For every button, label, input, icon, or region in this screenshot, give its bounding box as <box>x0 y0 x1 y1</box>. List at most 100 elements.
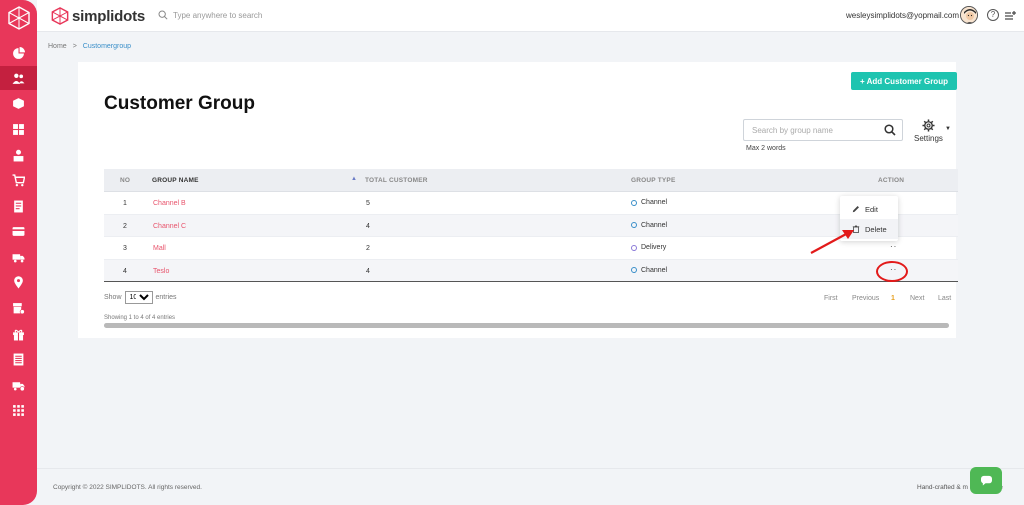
sidebar-item-invoice[interactable] <box>0 194 37 218</box>
header-total-customer[interactable]: TOTAL CUSTOMER <box>365 177 428 184</box>
cart-icon <box>12 173 25 186</box>
footer: Copyright © 2022 SIMPLIDOTS. All rights … <box>37 468 1024 505</box>
sidebar-item-product[interactable] <box>0 91 37 115</box>
cell-group-type: Delivery <box>631 244 666 251</box>
copyright-text: Copyright © 2022 SIMPLIDOTS. All rights … <box>53 484 202 491</box>
product-icon <box>13 97 24 109</box>
cell-total-customer: 5 <box>366 200 370 207</box>
table-row: 4 Teslo 4 Channel ·· <box>104 259 958 282</box>
dashboard-icon <box>13 46 25 59</box>
horizontal-scrollbar[interactable] <box>104 323 949 328</box>
sidebar-item-store[interactable] <box>0 296 37 320</box>
add-customer-group-button[interactable]: + Add Customer Group <box>851 72 957 90</box>
breadcrumb-current[interactable]: Customergroup <box>83 43 131 50</box>
sidebar-item-salesman[interactable] <box>0 143 37 167</box>
pagination-last[interactable]: Last <box>938 295 951 302</box>
content-card: + Add Customer Group Customer Group Max … <box>78 62 958 338</box>
settings-label: Settings <box>914 134 943 143</box>
cell-no: 4 <box>123 267 127 275</box>
cell-total-customer: 4 <box>366 267 370 275</box>
show-label: Show <box>104 294 122 301</box>
catalog-icon <box>13 123 24 135</box>
group-type-label: Channel <box>641 199 668 206</box>
edit-menu-item[interactable]: Edit <box>840 199 898 219</box>
sidebar-item-dashboard[interactable] <box>0 41 37 65</box>
group-search-box[interactable] <box>743 119 903 141</box>
type-indicator-icon <box>631 267 637 273</box>
sidebar-item-truck-settings[interactable] <box>0 373 37 397</box>
global-search[interactable] <box>158 10 323 20</box>
sidebar-item-cart[interactable] <box>0 168 37 192</box>
page-size-select[interactable]: 10 <box>124 291 153 304</box>
chat-button[interactable] <box>970 467 1002 494</box>
settings-button[interactable]: ▼ Settings <box>914 119 954 145</box>
header-no[interactable]: NO <box>120 177 130 184</box>
truck-settings-icon <box>12 381 25 391</box>
breadcrumb-separator: > <box>72 43 77 50</box>
group-type-label: Channel <box>641 266 668 274</box>
header-group-name[interactable]: GROUP NAME <box>152 177 199 184</box>
sidebar-item-payment[interactable] <box>0 219 37 243</box>
simplidots-logo-icon[interactable] <box>7 6 31 30</box>
page-title: Customer Group <box>104 93 255 114</box>
sidebar <box>0 0 37 505</box>
chevron-down-icon: ▼ <box>945 126 951 132</box>
sidebar-item-apps[interactable] <box>0 398 37 422</box>
breadcrumb: Home > Customergroup <box>48 43 131 50</box>
pagination-previous[interactable]: Previous <box>852 295 879 302</box>
user-avatar-icon <box>961 7 977 23</box>
cell-group-name-link[interactable]: Channel C <box>153 223 186 230</box>
cell-no: 1 <box>123 200 127 207</box>
cell-group-name-link[interactable]: Channel B <box>153 200 186 207</box>
payment-icon <box>12 226 25 236</box>
search-icon <box>158 10 168 20</box>
group-search-input[interactable] <box>752 126 872 135</box>
store-icon <box>13 302 25 314</box>
pagination-first[interactable]: First <box>824 295 838 302</box>
page-size-control: Show 10 entries <box>104 291 177 304</box>
cell-total-customer: 4 <box>366 222 370 230</box>
sidebar-item-location[interactable] <box>0 270 37 294</box>
gear-icon <box>922 119 935 132</box>
cell-group-name-link[interactable]: Mall <box>153 245 166 252</box>
type-indicator-icon <box>631 244 637 251</box>
add-customer-group-label: + Add Customer Group <box>860 76 948 86</box>
brand-logo[interactable]: simplidots <box>51 6 145 26</box>
menu-toggle-icon[interactable] <box>1004 9 1016 21</box>
avatar[interactable] <box>960 6 978 24</box>
salesman-icon <box>13 149 24 161</box>
search-icon[interactable] <box>884 124 896 136</box>
help-icon[interactable]: ? <box>987 9 999 21</box>
type-indicator-icon <box>631 222 637 228</box>
top-bar: simplidots wesleysimplidots@yopmail.com … <box>37 0 1024 32</box>
cell-group-type: Channel <box>631 267 667 274</box>
entries-label: entries <box>155 294 177 301</box>
edit-label: Edit <box>865 204 878 214</box>
sidebar-item-customers[interactable] <box>0 66 37 90</box>
sidebar-item-promo[interactable] <box>0 322 37 346</box>
global-search-input[interactable] <box>173 10 323 20</box>
brand-name: simplidots <box>72 7 146 25</box>
table-header: NO GROUP NAME ▲ TOTAL CUSTOMER GROUP TYP… <box>104 169 958 192</box>
cell-total-customer: 2 <box>366 245 370 252</box>
breadcrumb-home[interactable]: Home <box>48 43 67 50</box>
group-type-label: Channel <box>641 221 668 229</box>
sidebar-item-delivery[interactable] <box>0 245 37 269</box>
invoice-icon <box>14 200 23 212</box>
sidebar-item-report[interactable] <box>0 347 37 371</box>
pagination-next[interactable]: Next <box>910 295 924 302</box>
sidebar-item-catalog[interactable] <box>0 117 37 141</box>
scrollbar-thumb[interactable] <box>104 323 949 328</box>
pencil-icon <box>852 206 859 213</box>
annotation-arrow-icon <box>810 230 854 254</box>
user-email[interactable]: wesleysimplidots@yopmail.com <box>846 11 959 20</box>
pagination-current-page[interactable]: 1 <box>891 295 895 302</box>
group-type-label: Delivery <box>641 244 667 251</box>
handcrafted-label: Hand-crafted & m <box>917 484 968 491</box>
annotation-circle <box>876 261 908 282</box>
location-icon <box>14 275 23 288</box>
sort-asc-icon[interactable]: ▲ <box>351 176 357 182</box>
header-group-type[interactable]: GROUP TYPE <box>631 177 676 184</box>
action-menu-button[interactable]: ·· <box>890 242 897 251</box>
cell-group-name-link[interactable]: Teslo <box>153 268 169 275</box>
